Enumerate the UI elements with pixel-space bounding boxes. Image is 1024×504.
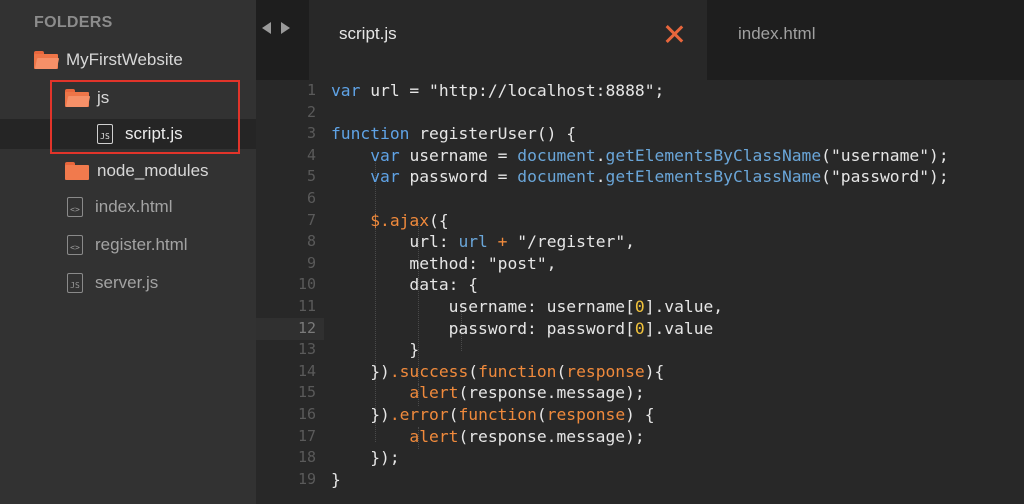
- tab-label: index.html: [738, 24, 816, 43]
- code-line: var username = document.getElementsByCla…: [370, 146, 949, 165]
- code-line: }).success(function(response){: [331, 362, 665, 381]
- line-number: 8: [306, 232, 316, 251]
- line-number: 12: [297, 318, 316, 337]
- close-icon[interactable]: [665, 25, 683, 43]
- tree-folder-node-modules[interactable]: node_modules: [65, 156, 209, 186]
- tree-item-label: index.html: [95, 197, 173, 216]
- line-number: 10: [297, 275, 316, 294]
- code-line: function registerUser() {: [331, 124, 577, 143]
- tree-item-label: server.js: [95, 273, 159, 292]
- line-number: 18: [297, 448, 316, 467]
- line-number: 15: [297, 383, 316, 402]
- line-number: 3: [306, 124, 316, 143]
- line-number: 5: [306, 167, 316, 186]
- line-number: 17: [297, 426, 316, 445]
- sidebar: FOLDERS MyFirstWebsite js JS script.js n…: [0, 0, 256, 504]
- line-number-gutter: 1 2 3 4 5 6 7 8 9 10 11 12 13 14 15 16 17 18 19: [256, 80, 316, 504]
- line-number: 14: [297, 361, 316, 380]
- folder-icon: [65, 162, 89, 180]
- line-number: 4: [306, 145, 316, 164]
- line-number: 13: [297, 340, 316, 359]
- highlight-box: [50, 80, 240, 154]
- tree-file-server-js[interactable]: JS server.js: [67, 268, 158, 298]
- line-number: 2: [306, 102, 316, 121]
- code-editor[interactable]: 1 2 3 4 5 6 7 8 9 10 11 12 13 14 15 16 17 18 19 var url = …: [256, 80, 1024, 504]
- tree-file-register-html[interactable]: <> register.html: [67, 230, 188, 260]
- line-number: 11: [297, 297, 316, 315]
- code-line: }: [331, 340, 420, 359]
- line-number: 16: [297, 405, 316, 423]
- line-number: 1: [306, 81, 316, 99]
- tree-file-index-html[interactable]: <> index.html: [67, 192, 172, 222]
- code-line: var url = "http://localhost:8888";: [331, 81, 665, 100]
- code-line: $.ajax({: [370, 211, 449, 230]
- code-line: password: password[0].value: [331, 319, 714, 338]
- tab-script-js[interactable]: script.js: [309, 0, 707, 80]
- js-file-icon: JS: [67, 273, 83, 293]
- code-line: alert(response.message);: [409, 383, 645, 402]
- tree-item-label: MyFirstWebsite: [66, 50, 183, 69]
- line-number: 7: [306, 210, 316, 229]
- code-line: });: [331, 448, 400, 467]
- code-line: method: "post",: [331, 254, 557, 273]
- tree-folder-myfirstwebsite[interactable]: MyFirstWebsite: [34, 45, 183, 75]
- code-line: }).error(function(response) {: [331, 405, 655, 424]
- line-number: 6: [306, 189, 316, 207]
- tree-item-label: register.html: [95, 235, 188, 254]
- html-file-icon: <>: [67, 235, 83, 255]
- line-number: 9: [306, 253, 316, 272]
- tree-item-label: node_modules: [97, 161, 209, 180]
- folder-open-icon: [34, 51, 60, 69]
- tab-label: script.js: [339, 24, 397, 43]
- code-line: var password = document.getElementsByCla…: [370, 167, 949, 186]
- arrow-right-icon[interactable]: [281, 22, 290, 34]
- code-line: username: username[0].value,: [331, 297, 724, 316]
- tab-nav-arrows: [262, 22, 290, 34]
- code-line: }: [331, 470, 341, 489]
- folders-title: FOLDERS: [34, 14, 113, 31]
- code-line: data: {: [331, 275, 479, 294]
- code-line: url: url + "/register",: [331, 232, 635, 251]
- line-number: 19: [297, 469, 316, 488]
- html-file-icon: <>: [67, 197, 83, 217]
- arrow-left-icon[interactable]: [262, 22, 271, 34]
- code-line: alert(response.message);: [409, 427, 645, 446]
